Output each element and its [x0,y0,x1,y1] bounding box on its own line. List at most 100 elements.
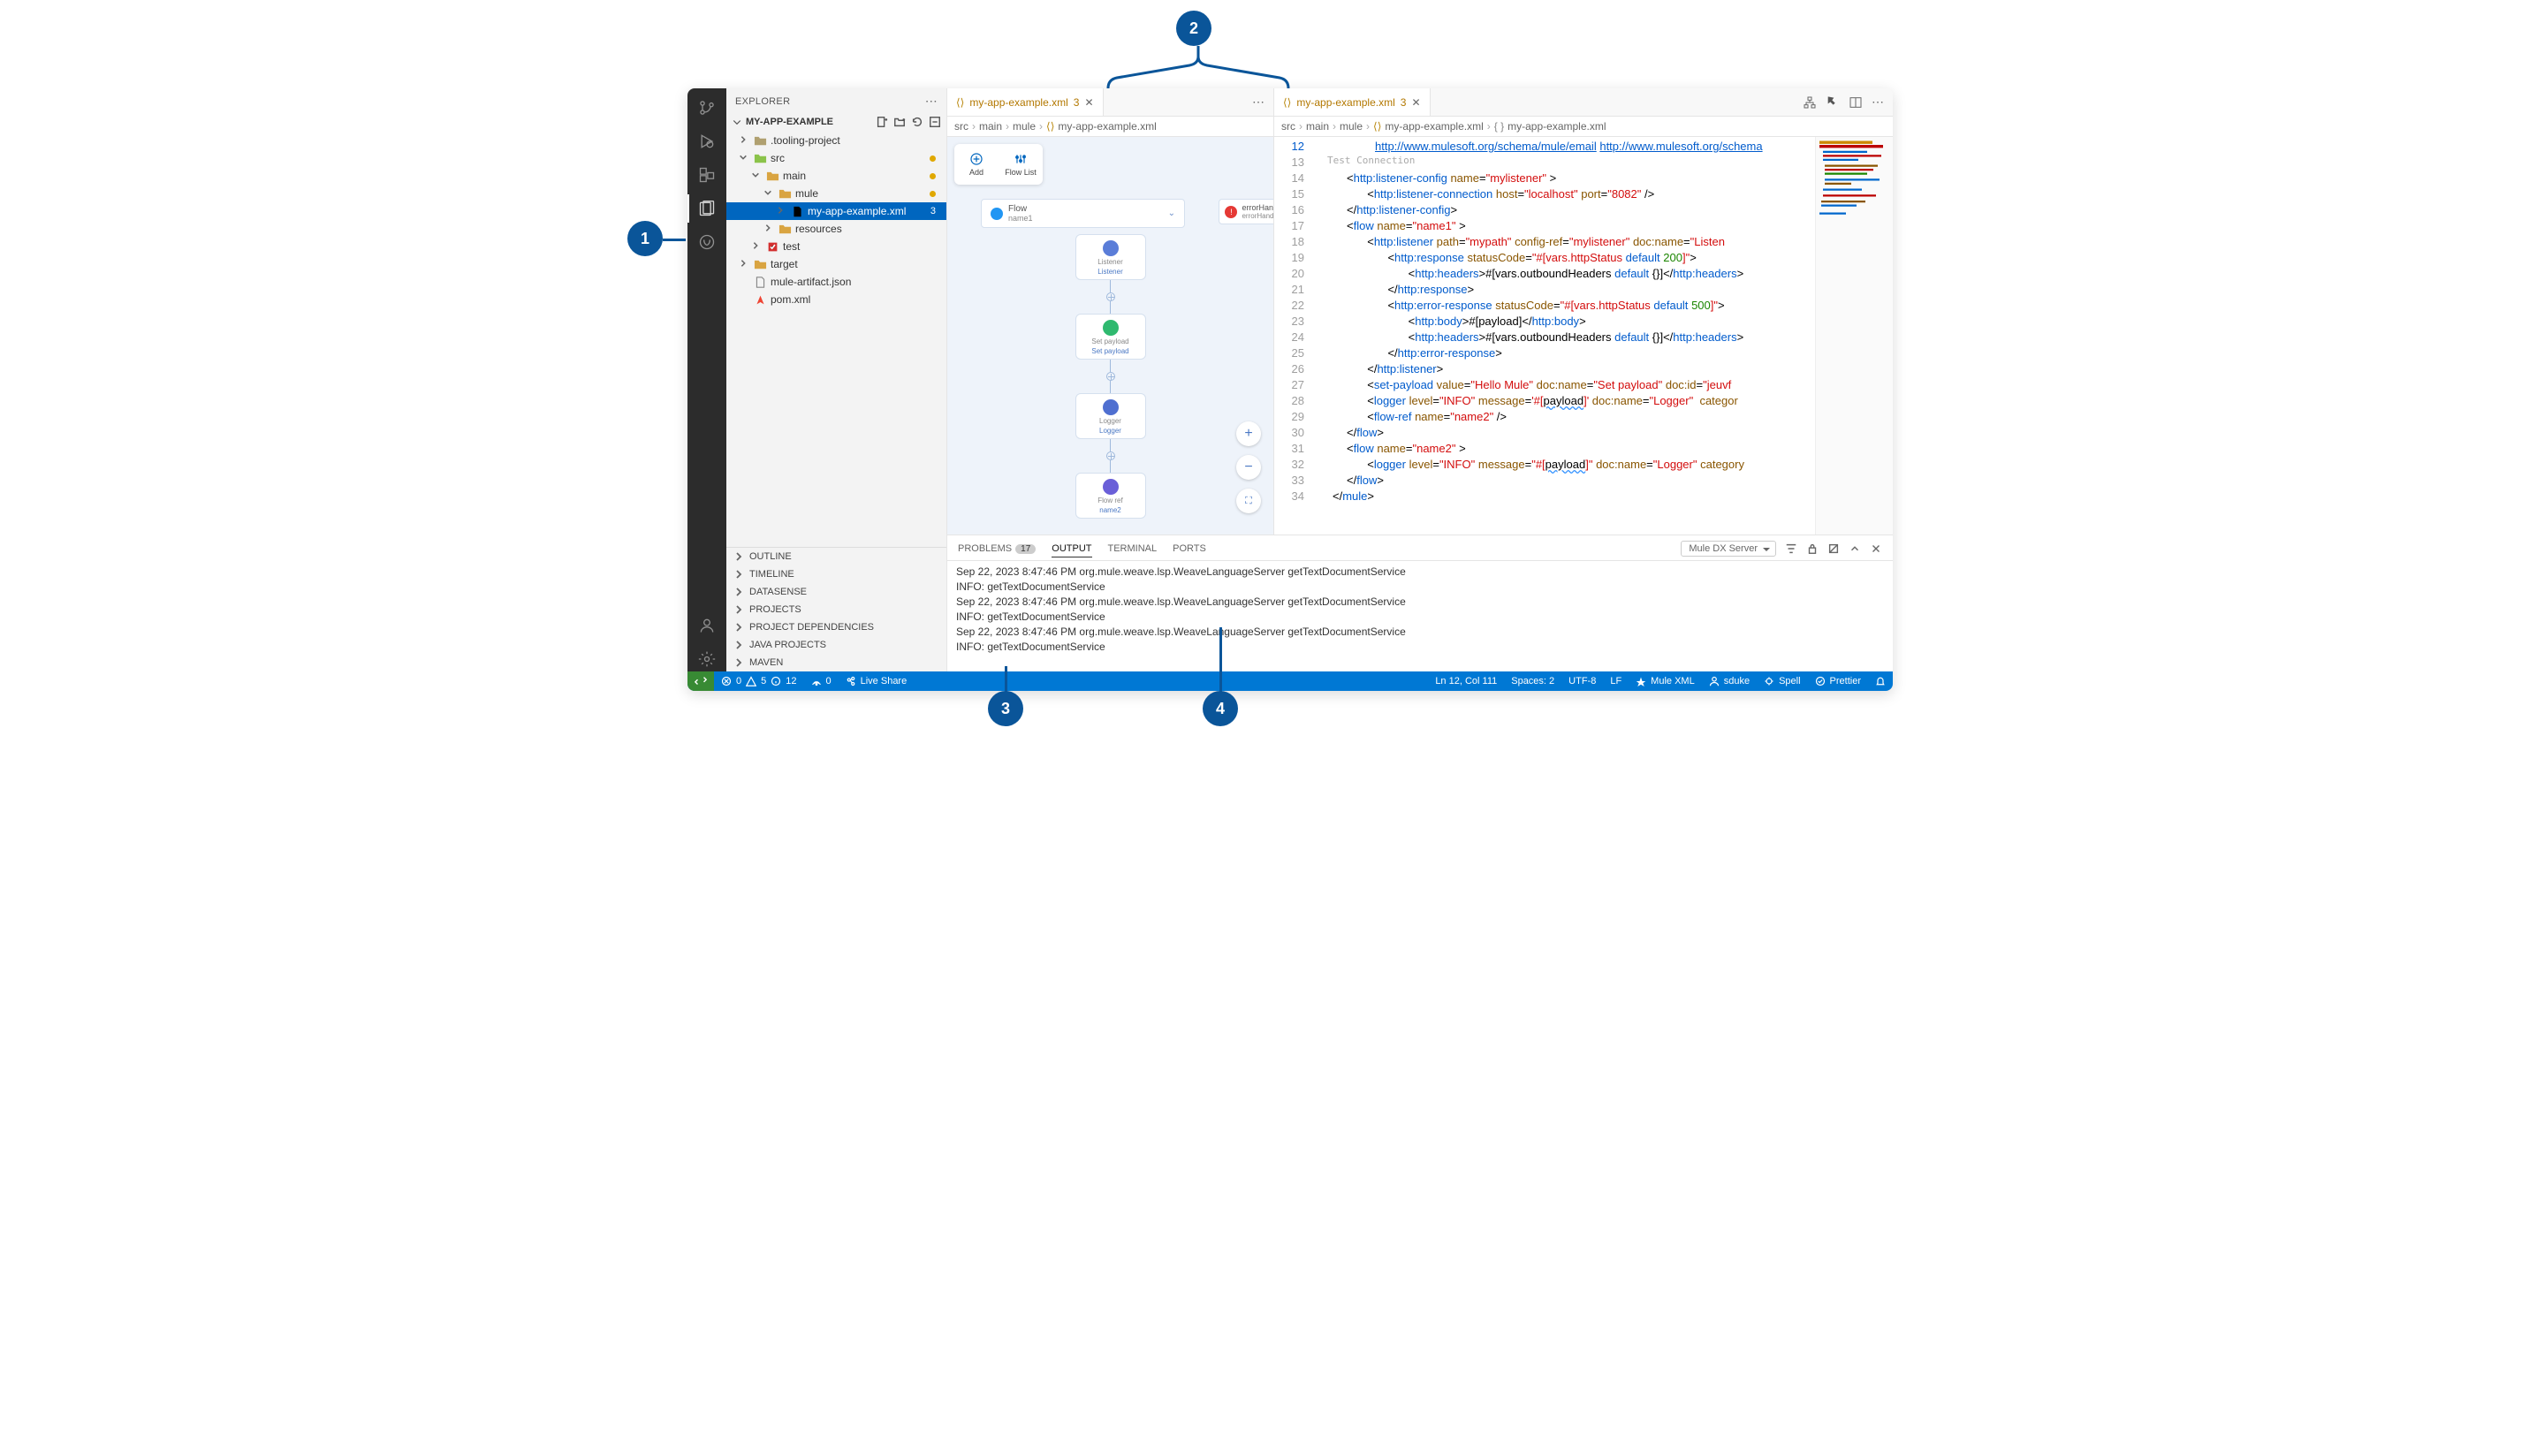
explorer-icon[interactable] [695,196,719,221]
new-file-icon[interactable] [876,116,888,128]
output-select[interactable]: Mule DX Server [1681,541,1776,557]
status-enc[interactable]: UTF-8 [1561,671,1603,691]
error-handler[interactable]: ! errorHandl errorHandl [1219,199,1274,224]
status-prettier[interactable]: Prettier [1808,671,1868,691]
zoom-out-button[interactable]: − [1236,455,1261,480]
more-icon[interactable]: ⋯ [1872,95,1884,110]
status-problems[interactable]: 0 5 12 [714,671,804,691]
code-editor[interactable]: 1213141516171819202122232425262728293031… [1274,137,1893,535]
section-project-dependencies[interactable]: PROJECT DEPENDENCIES [726,618,946,636]
tree-file[interactable]: pom.xml [726,291,946,308]
status-lang[interactable]: Mule XML [1629,671,1702,691]
clear-icon[interactable] [1827,542,1840,555]
ide-window: EXPLORER ⋯ MY-APP-EXAMPLE .tooling-proje… [687,88,1893,691]
side-panel: EXPLORER ⋯ MY-APP-EXAMPLE .tooling-proje… [726,88,947,671]
status-spell[interactable]: Spell [1757,671,1807,691]
tree-folder[interactable]: target [726,255,946,273]
zoom-controls: + − ⛶ [1236,421,1261,513]
flowlist-button[interactable]: Flow List [999,144,1043,185]
tree-folder[interactable]: main [726,167,946,185]
tab-ports[interactable]: PORTS [1173,543,1206,554]
activity-bar [687,88,726,671]
section-projects[interactable]: PROJECTS [726,601,946,618]
flow-node[interactable]: Flow refname2 [1075,473,1146,519]
section-java-projects[interactable]: JAVA PROJECTS [726,636,946,654]
flow-node[interactable]: Set payloadSet payload [1075,314,1146,360]
flow-head2: name1 [1008,214,1033,223]
new-folder-icon[interactable] [893,116,906,128]
mule-icon[interactable] [695,230,719,254]
status-radio[interactable]: 0 [804,671,839,691]
callout-1: 1 [627,221,663,256]
tab-output[interactable]: OUTPUT [1052,543,1091,557]
close-icon[interactable]: ✕ [1084,96,1093,109]
tree-folder[interactable]: mule [726,185,946,202]
flow-head1: Flow [1008,204,1033,214]
status-spaces[interactable]: Spaces: 2 [1504,671,1561,691]
status-liveshare[interactable]: Live Share [839,671,915,691]
section-datasense[interactable]: DATASENSE [726,583,946,601]
liveshare-label: Live Share [861,676,908,686]
tab-right[interactable]: ⟨⟩ my-app-example.xml 3 ✕ [1274,88,1431,116]
section-outline[interactable]: OUTLINE [726,548,946,565]
more-icon[interactable]: ⋯ [1252,95,1264,110]
xml-file-icon: ⟨⟩ [956,96,964,109]
close-icon[interactable]: ✕ [1411,96,1420,109]
flow-canvas[interactable]: Add Flow List Flow name1 [947,137,1274,535]
minimap[interactable] [1815,137,1893,535]
zoom-in-button[interactable]: + [1236,421,1261,446]
explorer-title: EXPLORER [735,96,790,107]
project-actions [876,116,941,128]
tab-left-name: my-app-example.xml [969,96,1067,109]
status-eol[interactable]: LF [1603,671,1629,691]
tab-left-dirty: 3 [1074,96,1080,109]
run-debug-icon[interactable] [695,129,719,154]
lock-icon[interactable] [1806,542,1819,555]
tree-file[interactable]: test [726,238,946,255]
output-body[interactable]: Sep 22, 2023 8:47:46 PM org.mule.weave.l… [947,561,1893,671]
filter-icon[interactable] [1785,542,1797,555]
section-timeline[interactable]: TIMELINE [726,565,946,583]
tree-folder[interactable]: resources [726,220,946,238]
tree-file[interactable]: my-app-example.xml3 [726,202,946,220]
flow-node[interactable]: LoggerLogger [1075,393,1146,439]
tab-terminal[interactable]: TERMINAL [1108,543,1158,554]
remote-button[interactable] [687,671,714,691]
chevron-down-icon [732,117,742,127]
split-icon[interactable] [1849,95,1863,110]
breadcrumb-left[interactable]: src›main›mule›⟨⟩my-app-example.xml [947,117,1274,136]
tab-problems[interactable]: PROBLEMS 17 [958,543,1036,554]
settings-icon[interactable] [695,647,719,671]
collapse-icon[interactable] [929,116,941,128]
code-lines[interactable]: http://www.mulesoft.org/schema/mule/emai… [1311,137,1815,535]
section-maven[interactable]: MAVEN [726,654,946,671]
tree-folder[interactable]: src [726,149,946,167]
extensions-icon[interactable] [695,163,719,187]
user-label: sduke [1724,676,1750,686]
tab-left[interactable]: ⟨⟩ my-app-example.xml 3 ✕ [947,88,1104,116]
error-icon: ! [1225,206,1237,218]
status-user[interactable]: sduke [1702,671,1757,691]
close-icon[interactable] [1870,542,1882,555]
explorer-more-icon[interactable]: ⋯ [925,94,938,109]
zoom-fit-button[interactable]: ⛶ [1236,489,1261,513]
source-control-icon[interactable] [695,95,719,120]
add-button[interactable]: Add [954,144,999,185]
project-header[interactable]: MY-APP-EXAMPLE [726,114,946,130]
run-icon[interactable] [1826,95,1840,110]
chevron-down-icon[interactable]: ⌄ [1168,209,1175,218]
status-bell-icon[interactable] [1868,671,1893,691]
tree-file[interactable]: mule-artifact.json [726,273,946,291]
callout-4: 4 [1203,691,1238,726]
hierarchy-icon[interactable] [1803,95,1817,110]
refresh-icon[interactable] [911,116,923,128]
prettier-label: Prettier [1830,676,1861,686]
flow-header[interactable]: Flow name1 ⌄ [981,199,1185,228]
spell-label: Spell [1779,676,1800,686]
chevron-up-icon[interactable] [1849,542,1861,555]
breadcrumb-right[interactable]: src›main›mule›⟨⟩my-app-example.xml›{ }my… [1274,117,1893,136]
flow-node[interactable]: ListenerListener [1075,234,1146,280]
tree-folder[interactable]: .tooling-project [726,132,946,149]
status-pos[interactable]: Ln 12, Col 111 [1428,671,1504,691]
account-icon[interactable] [695,613,719,638]
